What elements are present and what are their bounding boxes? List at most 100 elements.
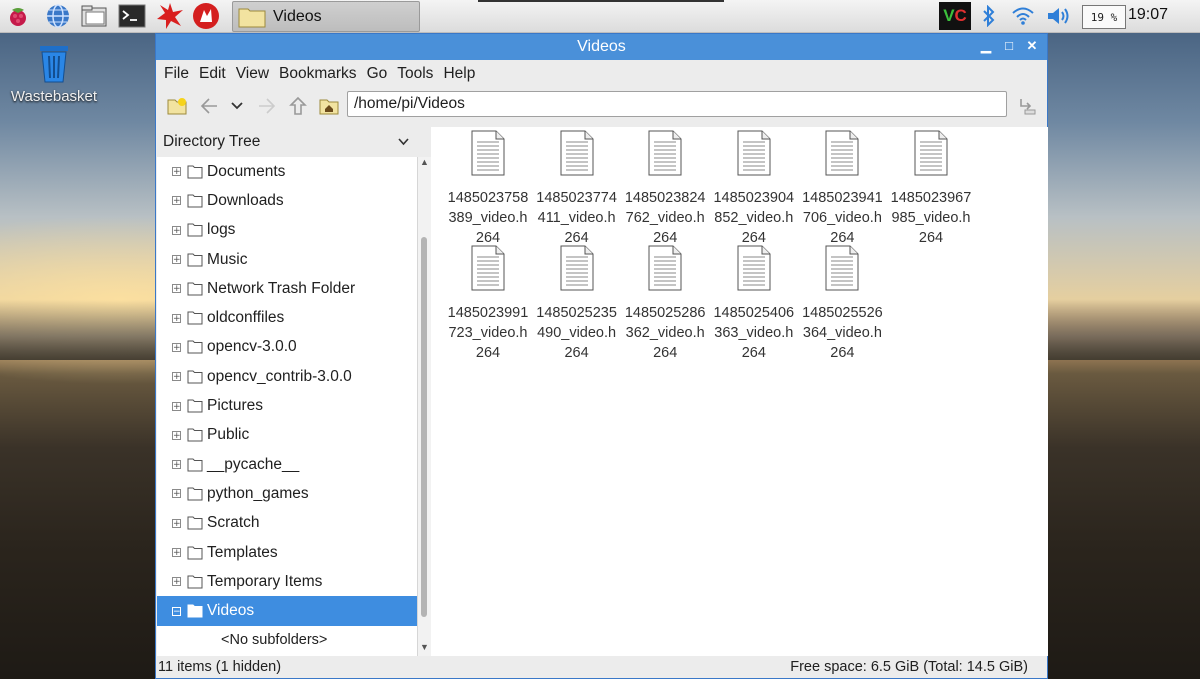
expander-icon[interactable]: + — [172, 401, 181, 411]
expander-icon[interactable]: + — [172, 342, 181, 352]
menu-view[interactable]: View — [235, 65, 275, 83]
expander-icon[interactable]: + — [172, 577, 181, 587]
folder-icon — [187, 546, 203, 559]
tree-item[interactable]: + Public — [157, 421, 417, 450]
tree-item[interactable]: + Music — [157, 245, 417, 274]
tree-item[interactable]: + Scratch — [157, 509, 417, 538]
raspberry-menu-icon[interactable] — [4, 2, 32, 30]
file-item[interactable]: 1485023824762_video.h264 — [621, 127, 709, 248]
file-name: 1485025526364_video.h264 — [802, 305, 883, 361]
tree-item-label: Temporary Items — [207, 572, 323, 590]
tree-scrollbar[interactable]: ▲ ▼ — [417, 157, 431, 656]
tree-item[interactable]: + Temporary Items — [157, 567, 417, 596]
volume-icon[interactable] — [1045, 2, 1075, 30]
terminal-icon[interactable] — [118, 2, 146, 30]
menu-help[interactable]: Help — [442, 65, 481, 83]
file-item[interactable]: 1485025235490_video.h264 — [533, 242, 621, 363]
file-item[interactable]: 1485023941706_video.h264 — [798, 127, 886, 248]
file-item[interactable]: 1485025526364_video.h264 — [798, 242, 886, 363]
taskbar-task-videos[interactable]: Videos — [232, 1, 420, 32]
tree-item[interactable]: + Network Trash Folder — [157, 274, 417, 303]
go-jump-icon[interactable] — [1016, 95, 1038, 117]
history-dropdown-icon[interactable] — [226, 95, 248, 117]
file-item[interactable]: 1485023967985_video.h264 — [887, 127, 975, 248]
file-name: 1485025406363_video.h264 — [713, 305, 795, 361]
document-icon — [914, 130, 948, 176]
clock[interactable]: 19:07 — [1128, 6, 1168, 24]
menu-go[interactable]: Go — [366, 65, 394, 83]
tree-item[interactable]: + __pycache__ — [157, 450, 417, 479]
file-name: 1485023824762_video.h264 — [624, 190, 706, 246]
window-titlebar[interactable]: Videos ▁ □ ✕ — [156, 34, 1047, 60]
expander-icon[interactable]: + — [172, 313, 181, 323]
tree-item-label: Templates — [207, 543, 278, 561]
tree-item[interactable]: − Videos — [157, 596, 417, 626]
wifi-icon[interactable] — [1010, 2, 1036, 30]
expander-icon[interactable]: + — [172, 225, 181, 235]
expander-icon[interactable]: − — [172, 606, 181, 616]
file-name: 1485023904852_video.h264 — [713, 190, 795, 246]
expander-icon[interactable]: + — [172, 518, 181, 528]
window-title: Videos — [577, 38, 626, 55]
scrollbar-thumb[interactable] — [421, 237, 427, 617]
expander-icon[interactable]: + — [172, 284, 181, 294]
file-item[interactable]: 1485023774411_video.h264 — [533, 127, 621, 248]
active-window-indicator — [478, 0, 724, 2]
forward-icon[interactable] — [256, 95, 278, 117]
tree-item[interactable]: + logs — [157, 216, 417, 245]
minimize-icon[interactable]: ▁ — [979, 38, 993, 54]
file-item[interactable]: 1485025286362_video.h264 — [621, 242, 709, 363]
expander-icon[interactable]: + — [172, 372, 181, 382]
home-folder-icon[interactable] — [318, 95, 340, 117]
document-icon — [825, 245, 859, 291]
file-item[interactable]: 1485023904852_video.h264 — [710, 127, 798, 248]
maximize-icon[interactable]: □ — [1002, 38, 1016, 54]
tree-item[interactable]: + Templates — [157, 538, 417, 567]
file-name: 1485023991723_video.h264 — [447, 305, 529, 361]
bluetooth-icon[interactable] — [978, 2, 1000, 30]
menu-bookmarks[interactable]: Bookmarks — [278, 65, 363, 83]
folder-icon — [187, 253, 203, 267]
cpu-monitor[interactable]: 19 % — [1082, 5, 1126, 29]
file-manager-icon[interactable] — [80, 2, 108, 30]
mathematica-icon[interactable] — [156, 2, 184, 30]
vnc-icon[interactable]: VC — [939, 2, 971, 30]
wolfram-icon[interactable] — [192, 2, 220, 30]
tree-item[interactable]: + Downloads — [157, 186, 417, 215]
parent-folder-icon[interactable] — [287, 95, 309, 117]
web-browser-icon[interactable] — [44, 2, 72, 30]
scroll-up-icon[interactable]: ▲ — [418, 157, 431, 171]
menu-file[interactable]: File — [163, 65, 195, 83]
tree-item-label: Network Trash Folder — [207, 279, 356, 297]
path-input[interactable]: /home/pi/Videos — [347, 91, 1007, 117]
tree-item[interactable]: + Documents — [157, 157, 417, 186]
expander-icon[interactable]: + — [172, 430, 181, 440]
scroll-down-icon[interactable]: ▼ — [418, 642, 431, 656]
tree-item[interactable]: + python_games — [157, 479, 417, 508]
file-item[interactable]: 1485023758389_video.h264 — [444, 127, 532, 248]
close-icon[interactable]: ✕ — [1025, 38, 1039, 54]
file-name: 1485023758389_video.h264 — [447, 190, 529, 246]
tree-item[interactable]: + oldconffiles — [157, 303, 417, 332]
wastebasket-desktop-icon[interactable]: Wastebasket — [8, 40, 100, 105]
tree-item-label: Public — [207, 426, 250, 444]
side-pane-mode-selector[interactable]: Directory Tree — [157, 127, 417, 157]
tree-item[interactable]: + opencv_contrib-3.0.0 — [157, 362, 417, 391]
expander-icon[interactable]: + — [172, 167, 181, 177]
file-item[interactable]: 1485023991723_video.h264 — [444, 242, 532, 363]
tree-item[interactable]: + Pictures — [157, 391, 417, 420]
tree-item-label: __pycache__ — [207, 455, 300, 473]
expander-icon[interactable]: + — [172, 255, 181, 265]
folder-icon — [187, 311, 203, 325]
tree-item[interactable]: + opencv-3.0.0 — [157, 333, 417, 362]
menu-tools[interactable]: Tools — [396, 65, 439, 83]
expander-icon[interactable]: + — [172, 489, 181, 499]
back-icon[interactable] — [198, 95, 220, 117]
file-item[interactable]: 1485025406363_video.h264 — [710, 242, 798, 363]
new-tab-icon[interactable] — [166, 95, 188, 117]
expander-icon[interactable]: + — [172, 548, 181, 558]
expander-icon[interactable]: + — [172, 460, 181, 470]
menu-edit[interactable]: Edit — [198, 65, 232, 83]
expander-icon[interactable]: + — [172, 196, 181, 206]
toolbar: /home/pi/Videos — [156, 88, 1047, 124]
